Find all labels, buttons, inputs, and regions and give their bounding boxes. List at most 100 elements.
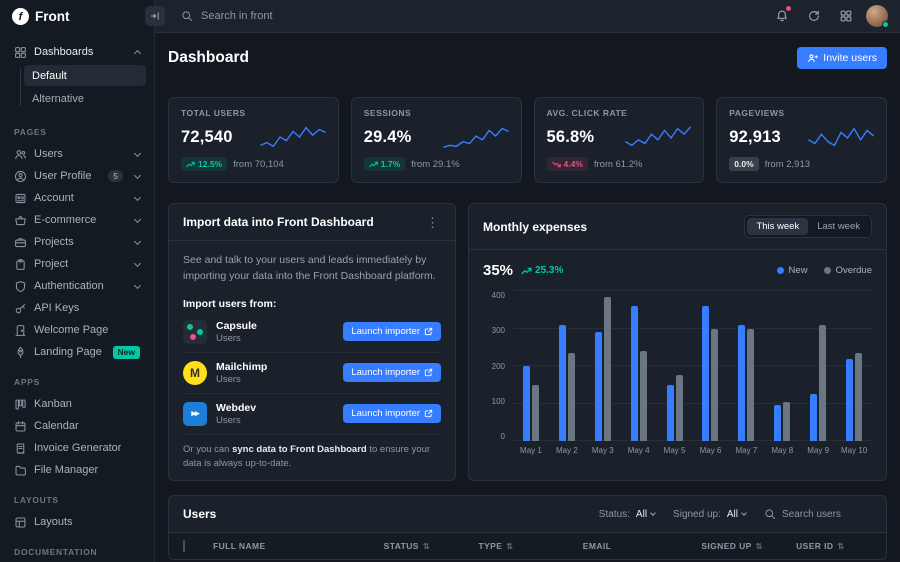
status-filter-value: All (636, 509, 647, 520)
sidebar-item-dashboards[interactable]: Dashboards (8, 41, 146, 63)
apps-grid-icon (839, 9, 853, 23)
signed-up-filter-label: Signed up: (673, 509, 721, 520)
bar-new (559, 325, 566, 441)
person-plus-icon (807, 53, 818, 64)
column-type[interactable]: TYPE⇅ (478, 541, 582, 551)
launch-importer-button[interactable]: Launch importer (343, 404, 441, 423)
middle-row: Import data into Front Dashboard ⋮ See a… (168, 203, 887, 481)
chevron-up-icon (134, 50, 141, 57)
status-filter-label: Status: (599, 509, 630, 520)
capsule-logo-icon (183, 320, 207, 344)
toggle-last-week[interactable]: Last week (808, 218, 869, 235)
sidebar-item-landing-page[interactable]: Landing Page New (8, 341, 146, 363)
bar-group (523, 291, 539, 441)
sidebar-item-api-keys[interactable]: API Keys (8, 297, 146, 319)
kanban-icon (14, 398, 27, 411)
sidebar-item-label: Layouts (34, 516, 73, 528)
stat-label: SESSIONS (364, 108, 509, 118)
sparkline-chart (443, 123, 509, 151)
external-link-icon (424, 327, 433, 336)
launch-importer-button[interactable]: Launch importer (343, 363, 441, 382)
sidebar-item-label: Invoice Generator (34, 442, 121, 454)
sidebar-item-layouts[interactable]: Layouts (8, 511, 146, 533)
sidebar-item-file-manager[interactable]: File Manager (8, 459, 146, 481)
sidebar-item-account[interactable]: Account (8, 187, 146, 209)
notifications-button[interactable] (770, 4, 794, 28)
stat-compare: from 70,104 (233, 159, 284, 170)
sidebar-item-invoice-generator[interactable]: Invoice Generator (8, 437, 146, 459)
card-title: Import data into Front Dashboard (183, 215, 374, 229)
sidebar-item-label: Project (34, 258, 68, 270)
import-data-card: Import data into Front Dashboard ⋮ See a… (168, 203, 456, 481)
x-axis-label: May 10 (836, 446, 872, 455)
sidebar-collapse-button[interactable] (145, 6, 165, 26)
sidebar-item-label: Authentication (34, 280, 104, 292)
users-search-input[interactable] (782, 509, 872, 520)
sidebar-item-label: User Profile (34, 170, 91, 182)
search-input[interactable] (201, 10, 421, 22)
signed-up-filter[interactable]: Signed up: All (673, 509, 746, 520)
bar-group (631, 291, 647, 441)
toggle-this-week[interactable]: This week (747, 218, 808, 235)
sidebar-subitem-default[interactable]: Default (24, 65, 146, 86)
sidebar: f Front Dashboards Default Alternative P… (0, 0, 155, 562)
id-card-icon (14, 192, 27, 205)
users-table-card: Users Status: All Signed up: All (168, 495, 887, 560)
week-toggle: This week Last week (744, 215, 872, 238)
sidebar-item-calendar[interactable]: Calendar (8, 415, 146, 437)
kebab-menu-icon[interactable]: ⋮ (424, 216, 441, 229)
column-email[interactable]: EMAIL (583, 541, 702, 551)
stat-label: AVG. CLICK RATE (547, 108, 692, 118)
main-area: Dashboard Invite users TOTAL USERS 72,54… (155, 0, 900, 562)
bar-group (810, 291, 826, 441)
stat-value: 92,913 (729, 128, 781, 147)
rocket-icon (14, 346, 27, 359)
bar-group (738, 291, 754, 441)
legend-dot (777, 267, 784, 274)
source-type: Users (216, 333, 257, 344)
external-link-icon (424, 409, 433, 418)
expenses-summary: 35% 25.3% New Overdue (469, 250, 886, 281)
column-full-name[interactable]: FULL NAME (213, 541, 384, 551)
stat-value: 56.8% (547, 128, 595, 147)
sidebar-subitem-alternative[interactable]: Alternative (24, 88, 146, 109)
apps-button[interactable] (834, 4, 858, 28)
column-status[interactable]: STATUS⇅ (384, 541, 479, 551)
topbar (155, 0, 900, 33)
sidebar-item-authentication[interactable]: Authentication (8, 275, 146, 297)
sort-arrows-icon: ⇅ (837, 542, 844, 551)
users-title: Users (183, 507, 216, 521)
notification-dot (786, 6, 791, 11)
bar-new (810, 394, 817, 441)
brand-name: Front (35, 9, 70, 24)
bar-new (523, 366, 530, 441)
stat-value: 72,540 (181, 128, 233, 147)
bar-new (846, 359, 853, 442)
delta-badge: 4.4% (547, 157, 588, 171)
bar-overdue (640, 351, 647, 441)
sidebar-item-users[interactable]: Users (8, 143, 146, 165)
chevron-down-icon (134, 171, 141, 178)
bar-group (846, 291, 862, 441)
legend-item-overdue[interactable]: Overdue (824, 265, 872, 276)
legend-item-new[interactable]: New (777, 265, 808, 276)
x-axis-label: May 3 (585, 446, 621, 455)
sidebar-item-welcome-page[interactable]: Welcome Page (8, 319, 146, 341)
sidebar-item-user-profile[interactable]: User Profile 5 (8, 165, 146, 187)
sidebar-item-kanban[interactable]: Kanban (8, 393, 146, 415)
sidebar-item-label: Account (34, 192, 74, 204)
select-all-checkbox[interactable] (183, 540, 185, 552)
invite-users-button[interactable]: Invite users (797, 47, 887, 69)
column-user-id[interactable]: USER ID⇅ (796, 541, 872, 551)
sidebar-item-project[interactable]: Project (8, 253, 146, 275)
user-avatar[interactable] (866, 5, 888, 27)
brand[interactable]: f Front (0, 0, 154, 33)
sidebar-item-ecommerce[interactable]: E-commerce (8, 209, 146, 231)
section-title-apps: APPS (8, 363, 146, 393)
sidebar-item-projects[interactable]: Projects (8, 231, 146, 253)
launch-importer-button[interactable]: Launch importer (343, 322, 441, 341)
section-title-pages: PAGES (8, 113, 146, 143)
activity-button[interactable] (802, 4, 826, 28)
column-signed-up[interactable]: SIGNED UP⇅ (701, 541, 796, 551)
status-filter[interactable]: Status: All (599, 509, 655, 520)
